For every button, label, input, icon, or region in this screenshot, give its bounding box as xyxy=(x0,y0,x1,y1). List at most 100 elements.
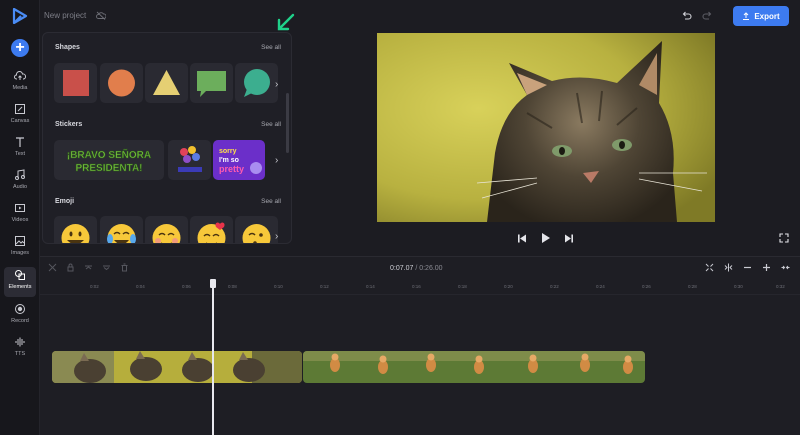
sticker-balloons-tile[interactable] xyxy=(168,140,211,180)
tick-label: 0:08 xyxy=(228,284,237,289)
editor-app: + Media Canvas Text Audio Videos Images … xyxy=(0,0,800,435)
sticker-bravo-tile[interactable]: ¡BRAVO SEÑORA PRESIDENTA! xyxy=(54,140,164,180)
svg-text:pretty: pretty xyxy=(219,164,244,174)
timeline-zoom-controls xyxy=(705,263,790,272)
sidebar-item-elements[interactable]: Elements xyxy=(4,267,36,297)
emoji-tears-of-joy-tile[interactable] xyxy=(100,216,143,243)
cloud-upload-icon xyxy=(14,70,26,80)
shape-circle-tile[interactable] xyxy=(100,63,143,103)
emoji-next-chevron-icon[interactable]: › xyxy=(275,231,285,242)
tick-label: 0:12 xyxy=(320,284,329,289)
shape-triangle-tile[interactable] xyxy=(145,63,188,103)
elements-panel: Shapes See all › Stickers See all ¡BRAVO… xyxy=(42,32,292,244)
tick-label: 0:20 xyxy=(504,284,513,289)
move-down-icon[interactable] xyxy=(102,263,111,272)
emoji-see-all-link[interactable]: See all xyxy=(261,198,281,205)
shape-square-tile[interactable] xyxy=(54,63,97,103)
fullscreen-icon[interactable] xyxy=(779,233,789,243)
collapse-icon[interactable] xyxy=(781,263,790,272)
emoji-kissing-tile[interactable] xyxy=(235,216,278,243)
undo-icon[interactable] xyxy=(681,10,692,21)
tick-label: 0:06 xyxy=(182,284,191,289)
emoji-grinning-tile[interactable] xyxy=(54,216,97,243)
split-icon[interactable] xyxy=(724,263,733,272)
lock-icon[interactable] xyxy=(66,263,75,272)
current-time: 0:07.07 xyxy=(390,265,414,272)
elements-icon xyxy=(15,270,25,280)
video-clip-kittens[interactable] xyxy=(303,351,645,383)
sidebar-item-audio[interactable]: Audio xyxy=(0,169,40,199)
zoom-out-icon[interactable] xyxy=(743,263,752,272)
total-time: 0:26.00 xyxy=(419,265,443,272)
stickers-see-all-link[interactable]: See all xyxy=(261,121,281,128)
shape-speech-rect-tile[interactable] xyxy=(190,63,233,103)
add-button[interactable]: + xyxy=(11,39,29,57)
tick-label: 0:16 xyxy=(412,284,421,289)
tick-label: 0:24 xyxy=(596,284,605,289)
sticker-pretty-tile[interactable]: sorry I'm so pretty xyxy=(213,140,265,180)
trash-icon[interactable] xyxy=(120,263,129,272)
sidebar-item-media[interactable]: Media xyxy=(0,70,40,100)
tick-label: 0:18 xyxy=(458,284,467,289)
upload-icon xyxy=(743,12,750,20)
emoji-heart-face-tile[interactable] xyxy=(190,216,233,243)
heart-face-emoji xyxy=(197,222,226,243)
zoom-in-icon[interactable] xyxy=(762,263,771,272)
sidebar-item-canvas[interactable]: Canvas xyxy=(0,103,40,133)
sidebar-item-text[interactable]: Text xyxy=(0,136,40,166)
move-up-icon[interactable] xyxy=(84,263,93,272)
svg-text:¡BRAVO SEÑORA: ¡BRAVO SEÑORA xyxy=(67,148,151,161)
export-button[interactable]: Export xyxy=(733,6,789,26)
shapes-next-chevron-icon[interactable]: › xyxy=(275,79,285,90)
stickers-next-chevron-icon[interactable]: › xyxy=(275,155,285,166)
redo-icon[interactable] xyxy=(702,10,713,21)
tick-label: 0:30 xyxy=(734,284,743,289)
svg-text:PRESIDENTA!: PRESIDENTA! xyxy=(75,163,142,174)
cut-icon[interactable] xyxy=(48,263,57,272)
emoji-smiling-eyes-tile[interactable] xyxy=(145,216,188,243)
project-name[interactable]: New project xyxy=(44,11,86,20)
logo-icon[interactable] xyxy=(12,8,28,24)
sidebar-item-record[interactable]: Record xyxy=(0,303,40,333)
playhead[interactable] xyxy=(212,279,214,435)
sidebar-item-tts[interactable]: TTS xyxy=(0,336,40,366)
clip-thumbnails xyxy=(303,351,645,383)
panel-scrollbar[interactable] xyxy=(286,93,289,153)
timeline-ruler[interactable]: 0:02 0:04 0:06 0:08 0:10 0:12 0:14 0:16 … xyxy=(40,279,800,295)
timeline-toolbar xyxy=(48,263,129,275)
square-shape xyxy=(63,70,89,96)
emoji-title: Emoji xyxy=(55,198,75,205)
video-preview[interactable] xyxy=(377,33,715,222)
sidebar-item-label: TTS xyxy=(14,351,26,357)
speech-bubble-shape xyxy=(197,71,226,97)
clip-thumbnails xyxy=(52,351,302,383)
left-sidebar: + Media Canvas Text Audio Videos Images … xyxy=(0,0,40,435)
tick-label: 0:10 xyxy=(274,284,283,289)
shapes-title: Shapes xyxy=(55,44,80,51)
shape-speech-round-tile[interactable] xyxy=(235,63,278,103)
arrow-pointer-icon xyxy=(277,13,295,31)
tick-label: 0:28 xyxy=(688,284,697,289)
playhead-handle[interactable] xyxy=(210,279,216,288)
video-clip-cat[interactable] xyxy=(52,351,302,383)
fit-icon[interactable] xyxy=(705,263,714,272)
play-icon[interactable] xyxy=(540,232,551,244)
sticker-balloons xyxy=(178,146,202,172)
sidebar-item-label: Record xyxy=(11,318,29,324)
kissing-emoji xyxy=(242,224,271,243)
sidebar-item-label: Media xyxy=(12,85,28,91)
sidebar-item-videos[interactable]: Videos xyxy=(0,202,40,232)
canvas-icon xyxy=(15,104,25,114)
shapes-see-all-link[interactable]: See all xyxy=(261,44,281,51)
skip-back-icon[interactable] xyxy=(517,233,527,244)
tick-label: 0:14 xyxy=(366,284,375,289)
tears-of-joy-emoji xyxy=(107,224,136,243)
skip-forward-icon[interactable] xyxy=(564,233,574,244)
smiling-eyes-emoji xyxy=(152,224,181,243)
sidebar-item-images[interactable]: Images xyxy=(0,235,40,265)
sticker-pretty: sorry I'm so pretty xyxy=(213,140,265,180)
tick-label: 0:32 xyxy=(776,284,785,289)
tick-label: 0:04 xyxy=(136,284,145,289)
tick-label: 0:26 xyxy=(642,284,651,289)
timeline: 0:07.07 / 0:26.00 0:02 0:04 0:06 0:08 0:… xyxy=(40,256,800,435)
